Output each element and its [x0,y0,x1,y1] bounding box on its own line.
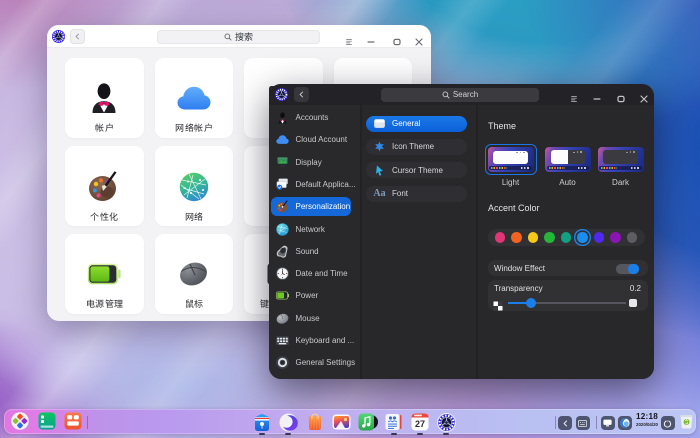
svg-text:27: 27 [415,418,425,428]
